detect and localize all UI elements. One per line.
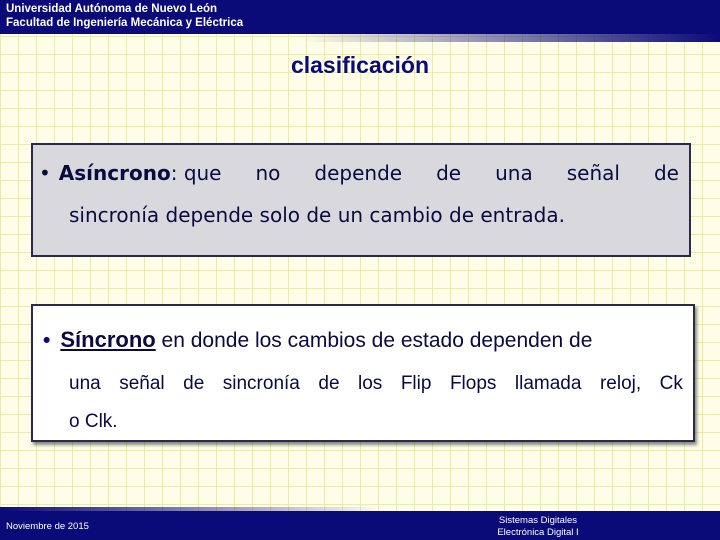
slide-header-bar: Universidad Autónoma de Nuevo León Facul… — [0, 0, 720, 34]
sincrono-line-3: o Clk. — [69, 411, 118, 432]
sincrono-word: de — [318, 373, 340, 394]
asincrono-word: una — [495, 161, 533, 185]
course-name: Sistemas Digitales — [498, 515, 578, 526]
sincrono-term: Síncrono — [60, 327, 156, 352]
slide-footer-bar — [0, 511, 720, 540]
sincrono-word: Flops — [449, 373, 497, 394]
sincrono-word: Flip — [400, 373, 432, 394]
sincrono-definition-box: • Síncrono en donde los cambios de estado… — [31, 304, 695, 442]
sincrono-word: señal — [119, 373, 165, 394]
asincrono-word: : que — [170, 161, 222, 185]
asincrono-word: depende — [314, 161, 403, 185]
sincrono-word: reloj, — [599, 373, 642, 394]
sincrono-word: llamada — [514, 373, 582, 394]
sincrono-word: los — [358, 373, 383, 394]
header-accent-stripe — [300, 34, 720, 42]
asincrono-term: Asíncrono — [58, 161, 171, 185]
university-name: Universidad Autónoma de Nuevo León — [6, 3, 218, 15]
course-subtitle: Electrónica Digital I — [497, 527, 579, 538]
asincrono-word: de — [436, 161, 462, 185]
sincrono-line-1: • Síncrono en donde los cambios de estado… — [43, 327, 592, 353]
footer-date: Noviembre de 2015 — [6, 521, 89, 532]
asincrono-word: no — [255, 161, 281, 185]
sincrono-line-2: una señal de sincronía de los Flip Flops… — [69, 373, 683, 395]
slide-title: clasificación — [290, 52, 430, 78]
asincrono-line-1: • Asíncrono: que no depende de una señal … — [39, 161, 679, 185]
asincrono-definition-box: • Asíncrono: que no depende de una señal … — [31, 143, 691, 257]
asincrono-lead: • Asíncrono: que — [39, 161, 222, 185]
footer-course: Sistemas Digitales Electrónica Digital I — [480, 515, 596, 539]
bullet-icon: • — [43, 329, 51, 352]
asincrono-word: de — [653, 161, 679, 185]
sincrono-word: una — [69, 373, 101, 394]
bullet-icon: • — [39, 161, 51, 185]
sincrono-word: Ck — [659, 373, 683, 394]
faculty-name: Facultad de Ingeniería Mecánica y Eléctr… — [6, 17, 244, 29]
asincrono-line-2: sincronía depende solo de un cambio de e… — [69, 203, 565, 227]
sincrono-word: sincronía — [222, 373, 300, 394]
sincrono-word: de — [183, 373, 205, 394]
asincrono-word: señal — [566, 161, 620, 185]
sincrono-line-1-rest: en donde los cambios de estado dependen … — [155, 329, 593, 352]
